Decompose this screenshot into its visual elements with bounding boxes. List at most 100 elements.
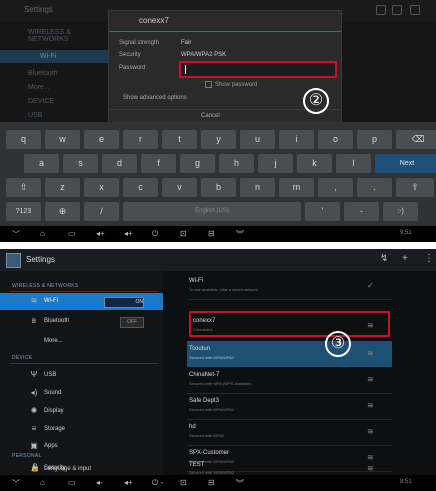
password-label: Password xyxy=(119,65,146,71)
wifi-lock-icon: ≋ xyxy=(367,349,374,358)
key-0-7[interactable]: i xyxy=(279,130,314,149)
sidebar-item-usb[interactable]: Ψ USB xyxy=(0,367,163,384)
sidebar-item-sound[interactable]: ◂) Sound xyxy=(0,385,163,402)
key-2-8[interactable]: , xyxy=(318,178,353,197)
network-name: conexx7 xyxy=(193,318,216,324)
key-3-0[interactable]: ?123 xyxy=(6,202,41,221)
nav-button-8[interactable]: ︾ xyxy=(236,478,244,489)
overflow-menu-icon[interactable]: ⋮ xyxy=(424,253,434,264)
key-1-9[interactable]: Next xyxy=(375,154,436,173)
nav-button-0[interactable]: ﹀ xyxy=(12,478,20,489)
dimmed-device-section: DEVICE xyxy=(28,98,55,105)
section-divider xyxy=(10,363,158,364)
network-row-chinanet[interactable]: ChinaNet-7 Secured with WPA (WPS availab… xyxy=(187,367,392,394)
key-1-4[interactable]: g xyxy=(180,154,215,173)
section-divider xyxy=(10,291,158,292)
network-name: ChinaNet-7 xyxy=(189,372,220,378)
key-0-1[interactable]: w xyxy=(45,130,80,149)
key-1-6[interactable]: j xyxy=(258,154,293,173)
nav-button-2[interactable]: ▭ xyxy=(68,229,76,238)
key-1-0[interactable]: a xyxy=(24,154,59,173)
key-0-3[interactable]: r xyxy=(123,130,158,149)
nav-button-1[interactable]: ⌂ xyxy=(40,229,45,238)
network-name: TEST xyxy=(189,462,205,468)
wps-icon[interactable]: ↯ xyxy=(380,253,388,264)
bluetooth-toggle[interactable]: OFF xyxy=(120,317,144,328)
key-1-7[interactable]: k xyxy=(297,154,332,173)
key-0-5[interactable]: y xyxy=(201,130,236,149)
key-3-2[interactable]: / xyxy=(84,202,119,221)
key-0-6[interactable]: u xyxy=(240,130,275,149)
nav-button-4[interactable]: ◂+ xyxy=(124,478,133,487)
sidebar-item-label: Bluetooth xyxy=(44,318,70,324)
key-0-9[interactable]: p xyxy=(357,130,392,149)
key-2-10[interactable]: ⇧ xyxy=(396,178,434,197)
key-2-1[interactable]: z xyxy=(45,178,80,197)
wifi-lock-icon: ≋ xyxy=(367,427,374,436)
network-row-conexx7[interactable]: conexx7 Connected ≋ xyxy=(189,311,390,337)
network-row-safe-dept3[interactable]: Safe Dept3 Secured with WPA/WPA2 ≋ xyxy=(187,393,392,420)
nav-button-4[interactable]: ◂+ xyxy=(124,229,133,238)
sidebar-item-label: Apps xyxy=(44,443,58,449)
key-0-8[interactable]: o xyxy=(318,130,353,149)
key-0-10[interactable]: ⌫ xyxy=(396,130,436,149)
sidebar-item-label: More... xyxy=(44,338,63,344)
speaker-icon: ◂) xyxy=(30,388,38,397)
language-icon: A xyxy=(31,464,37,473)
show-password-checkbox[interactable]: Show password xyxy=(205,81,257,88)
key-2-7[interactable]: m xyxy=(279,178,314,197)
key-2-5[interactable]: b xyxy=(201,178,236,197)
key-1-2[interactable]: d xyxy=(102,154,137,173)
network-status: Connected xyxy=(193,327,213,332)
sidebar-item-display[interactable]: ✺ Display xyxy=(0,403,163,420)
network-name: Wi-Fi xyxy=(189,278,203,284)
key-2-4[interactable]: v xyxy=(162,178,197,197)
sidebar-item-storage[interactable]: ≡ Storage xyxy=(0,421,163,438)
sidebar-item-more[interactable]: More... xyxy=(0,333,163,350)
key-2-3[interactable]: c xyxy=(123,178,158,197)
nav-button-7[interactable]: ⊟ xyxy=(208,478,215,487)
key-2-0[interactable]: ⇧ xyxy=(6,178,41,197)
nav-button-8[interactable]: ︾ xyxy=(236,229,244,240)
password-input[interactable] xyxy=(179,61,337,78)
key-0-4[interactable]: t xyxy=(162,130,197,149)
nav-button-3[interactable]: ◂- xyxy=(96,478,103,487)
key-3-6[interactable]: :-) xyxy=(383,202,418,221)
sidebar-item-label: USB xyxy=(44,372,57,378)
key-2-2[interactable]: x xyxy=(84,178,119,197)
key-3-1[interactable]: ⊕ xyxy=(45,202,80,221)
key-1-5[interactable]: h xyxy=(219,154,254,173)
advanced-options-checkbox[interactable]: Show advanced options xyxy=(123,95,187,101)
key-2-6[interactable]: n xyxy=(240,178,275,197)
key-2-9[interactable]: . xyxy=(357,178,392,197)
key-0-2[interactable]: e xyxy=(84,130,119,149)
key-1-8[interactable]: l xyxy=(336,154,371,173)
add-network-icon[interactable]: + xyxy=(402,253,408,264)
nav-button-6[interactable]: ⊡ xyxy=(180,478,187,487)
key-3-5[interactable]: - xyxy=(344,202,379,221)
wifi-header-row: Wi-Fi To see available, click a saved ne… xyxy=(187,273,392,300)
nav-button-2[interactable]: ▭ xyxy=(68,478,76,487)
dimmed-more-item: More... xyxy=(28,84,50,91)
sidebar-item-bluetooth[interactable]: ʙ Bluetooth OFF xyxy=(0,313,163,330)
key-1-1[interactable]: s xyxy=(63,154,98,173)
key-1-3[interactable]: f xyxy=(141,154,176,173)
network-row-hd[interactable]: hd Secured with WPA2 ≋ xyxy=(187,419,392,446)
nav-button-6[interactable]: ⊡ xyxy=(180,229,187,238)
nav-button-5[interactable]: ⏻ xyxy=(152,229,158,239)
key-3-3[interactable]: English (US) xyxy=(123,202,301,221)
network-row-tsoutun[interactable]: Tsoutun Secured with WPA/WPA2 ≋ xyxy=(187,341,392,367)
key-3-4[interactable]: ' xyxy=(305,202,340,221)
action-bar: Settings ↯ + ⋮ xyxy=(0,249,436,271)
wifi-toggle[interactable]: ON xyxy=(104,297,144,308)
nav-button-0[interactable]: ﹀ xyxy=(12,229,20,240)
nav-button-5[interactable]: ⏻ - xyxy=(152,478,163,488)
key-0-0[interactable]: q xyxy=(6,130,41,149)
network-row-test[interactable]: TEST Secured with WPA/WPA2 ≋ xyxy=(187,444,392,475)
check-icon: ✓ xyxy=(367,281,374,290)
nav-button-3[interactable]: ◂+ xyxy=(96,229,105,238)
nav-button-7[interactable]: ⊟ xyxy=(208,229,215,238)
sidebar-item-wifi[interactable]: ≋ Wi-Fi ON xyxy=(0,293,163,310)
section-personal: PERSONAL xyxy=(12,453,42,459)
nav-button-1[interactable]: ⌂ xyxy=(40,478,45,487)
